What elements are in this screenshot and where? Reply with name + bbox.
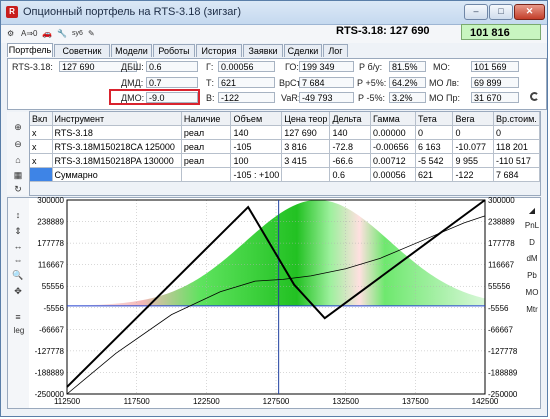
- y-tick-label-right: 177778: [488, 239, 515, 248]
- y-tick-label-right: 55556: [488, 282, 511, 291]
- y-tick-label-left: 116667: [38, 261, 65, 270]
- main-window: R Опционный портфель на RTS-3.18 (зигзаг…: [0, 0, 548, 417]
- y-tick-label-right: -5556: [488, 304, 509, 313]
- y-tick-label-left: 300000: [37, 196, 64, 205]
- y-tick-label-left: -66667: [39, 325, 64, 334]
- x-tick-label: 132500: [332, 397, 359, 406]
- y-tick-label-right: 116667: [488, 261, 515, 270]
- pnl-chart[interactable]: 300000 300000 238889 238889 177778 177778 1166…: [1, 1, 549, 418]
- y-tick-label-left: 55556: [42, 282, 65, 291]
- y-tick-label-right: 300000: [488, 196, 515, 205]
- y-tick-label-right: -188889: [488, 368, 518, 377]
- x-tick-label: 137500: [402, 397, 429, 406]
- y-tick-label-left: -5556: [44, 304, 65, 313]
- y-tick-label-left: -188889: [35, 368, 65, 377]
- x-tick-label: 112500: [54, 397, 81, 406]
- chart-plot: 300000 300000 238889 238889 177778 177778 1166…: [35, 196, 518, 406]
- x-tick-label: 127500: [263, 397, 290, 406]
- y-tick-label-left: -127778: [35, 347, 65, 356]
- y-tick-label-right: -127778: [488, 347, 518, 356]
- y-tick-label-left: 177778: [37, 239, 64, 248]
- x-tick-label: 117500: [124, 397, 151, 406]
- y-tick-label-right: 238889: [488, 218, 515, 227]
- x-tick-label: 122500: [193, 397, 220, 406]
- y-tick-label-left: 238889: [37, 218, 64, 227]
- y-tick-label-right: -66667: [488, 325, 513, 334]
- x-tick-label: 142500: [472, 397, 499, 406]
